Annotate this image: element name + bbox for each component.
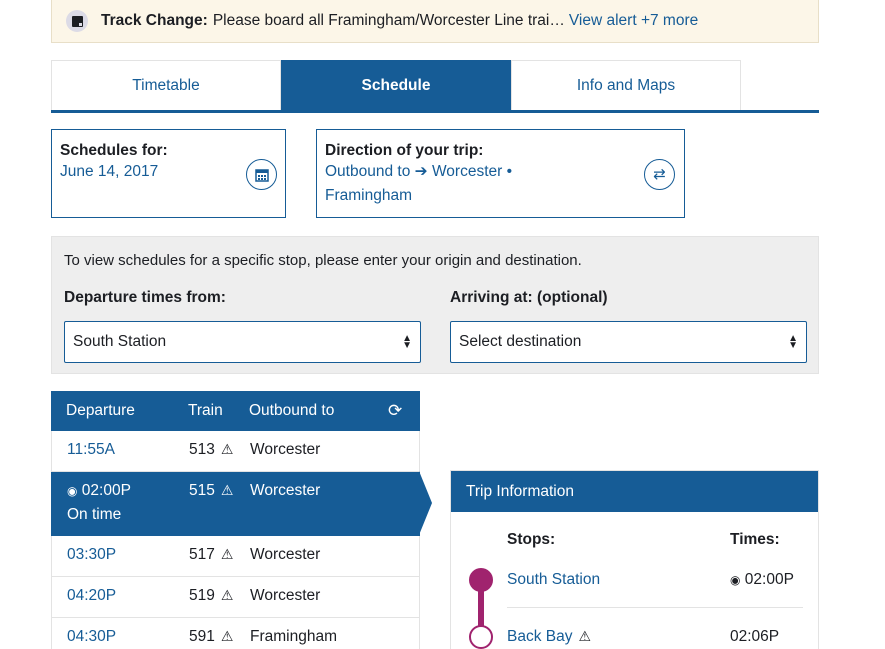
alert-banner: Track Change: Please board all Framingha… [51, 0, 819, 43]
departure-select[interactable]: South Station ▲ ▼ [64, 321, 421, 363]
destination: Worcester [250, 546, 321, 563]
stops-label: Stops: [507, 531, 556, 548]
header-departure: Departure [66, 402, 135, 419]
destination: Framingham [250, 628, 337, 645]
alert-message: Please board all Framingham/Worcester Li… [212, 12, 565, 29]
schedule-table: Departure Train Outbound to ⟳ 11:55A 513… [51, 391, 432, 649]
stop-time: ◉ 02:00P [730, 571, 794, 588]
calendar-button[interactable] [246, 159, 277, 190]
direction-value: Outbound to ➔ Worcester • [325, 160, 676, 184]
direction-label: Direction of your trip: [325, 142, 484, 159]
calendar-icon [254, 168, 269, 182]
departure-time[interactable]: 03:30P [67, 546, 116, 564]
departure-time[interactable]: 11:55A [67, 441, 115, 459]
direction-destination: Worcester • [431, 163, 513, 180]
table-header: Departure Train Outbound to ⟳ [51, 391, 420, 431]
route-line [478, 589, 484, 627]
alert-icon: ⚠ [220, 482, 234, 498]
select-caret-icon: ▲ ▼ [402, 333, 412, 351]
view-alert-link[interactable]: View alert +7 more [569, 12, 698, 30]
tab-info-and-maps[interactable]: Info and Maps [511, 60, 741, 110]
times-label: Times: [730, 531, 780, 548]
schedule-date[interactable]: June 14, 2017 [60, 160, 277, 184]
header-train: Train [188, 402, 223, 419]
tab-schedule[interactable]: Schedule [281, 60, 511, 110]
stop-time: 02:06P [730, 628, 780, 645]
stop-name[interactable]: South Station [507, 571, 600, 589]
arriving-value: Select destination [459, 333, 582, 350]
stop-marker-icon [469, 625, 493, 649]
stop-hint: To view schedules for a specific stop, p… [64, 252, 582, 269]
destination: Worcester [250, 441, 321, 458]
alert-icon: ⚠ [220, 628, 234, 644]
destination: Worcester [250, 482, 321, 499]
table-row[interactable]: 04:30P 591 ⚠ Framingham [51, 618, 420, 649]
departure-value: South Station [73, 333, 167, 350]
table-row[interactable]: 04:20P 519 ⚠ Worcester [51, 577, 420, 618]
swap-icon: ⇄ [653, 166, 666, 183]
arriving-select[interactable]: Select destination ▲ ▼ [450, 321, 807, 363]
train-number: 513 ⚠ [189, 441, 234, 458]
divider [507, 607, 803, 608]
arrow-right-icon: ➔ [414, 163, 428, 180]
direction-destination2: Framingham [325, 187, 412, 204]
direction-box[interactable]: Direction of your trip: Outbound to ➔ Wo… [316, 129, 685, 218]
track-change-icon [66, 10, 88, 32]
train-number: 515 ⚠ [189, 482, 234, 499]
stop-selection-panel: To view schedules for a specific stop, p… [51, 236, 819, 374]
select-caret-icon: ▲ ▼ [788, 333, 798, 351]
trip-info-title: Trip Information [451, 471, 818, 512]
alert-icon: ⚠ [578, 628, 592, 644]
rss-icon: ◉ [730, 573, 741, 587]
departure-time[interactable]: 04:20P [67, 587, 116, 605]
alert-title: Track Change: [101, 12, 208, 29]
tab-timetable[interactable]: Timetable [51, 60, 281, 110]
arriving-label: Arriving at: (optional) [450, 289, 608, 306]
stop-name[interactable]: Back Bay ⚠ [507, 628, 591, 646]
departure-time[interactable]: 04:30P [67, 628, 116, 646]
trip-status: On time [67, 506, 122, 523]
table-row[interactable]: 11:55A 513 ⚠ Worcester [51, 431, 420, 472]
direction-text: Outbound to [325, 163, 411, 180]
train-number: 591 ⚠ [189, 628, 234, 645]
train-number: 517 ⚠ [189, 546, 234, 563]
alert-icon: ⚠ [220, 587, 234, 603]
rss-icon: ◉ [67, 484, 78, 498]
table-row-selected[interactable]: ◉ 02:00P On time 515 ⚠ Worcester [51, 471, 432, 536]
departure-time[interactable]: ◉ 02:00P [67, 482, 131, 500]
refresh-icon[interactable]: ⟳ [388, 401, 402, 421]
table-row[interactable]: 03:30P 517 ⚠ Worcester [51, 536, 420, 577]
alert-icon: ⚠ [220, 441, 234, 457]
alert-icon: ⚠ [220, 546, 234, 562]
trip-information-panel: Trip Information Stops: Times: South Sta… [450, 470, 819, 649]
schedule-tabs: Timetable Schedule Info and Maps [51, 60, 819, 113]
schedules-for-box[interactable]: Schedules for: June 14, 2017 [51, 129, 286, 218]
train-number: 519 ⚠ [189, 587, 234, 604]
departure-label: Departure times from: [64, 289, 226, 306]
schedules-for-label: Schedules for: [60, 142, 168, 159]
destination: Worcester [250, 587, 321, 604]
header-outbound: Outbound to [249, 402, 335, 419]
swap-direction-button[interactable]: ⇄ [644, 159, 675, 190]
